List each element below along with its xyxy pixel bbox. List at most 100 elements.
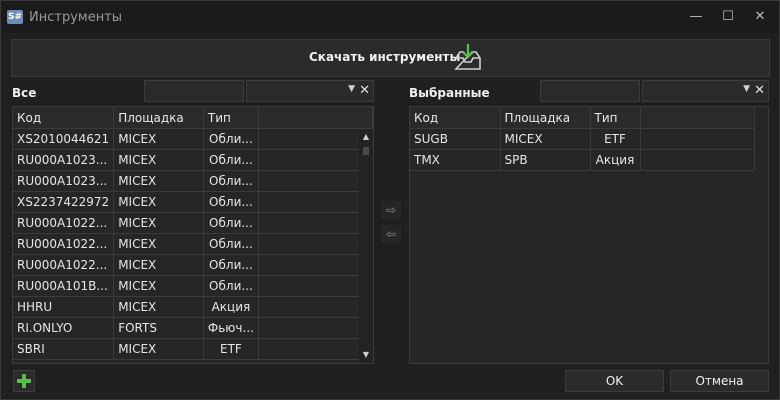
column-header-code[interactable]: Код	[13, 107, 115, 129]
column-header-filler	[258, 107, 373, 129]
cell-type: Обли...	[203, 191, 259, 213]
table-row[interactable]: RI.ONLYO FORTS Фьюч...	[13, 317, 373, 339]
table-row[interactable]: XS2237422972 MICEX Обли...	[13, 191, 373, 213]
cell-filler	[258, 212, 373, 234]
cell-code: HHRU	[13, 296, 115, 318]
selected-instruments-grid[interactable]: Код Площадка Тип SUGB MICEX ETF TMX SPB Акци…	[409, 106, 769, 364]
cell-exchange: MICEX	[113, 149, 204, 171]
cell-filler	[640, 128, 755, 150]
table-row[interactable]: RU000A1023... MICEX Обли...	[13, 170, 373, 192]
add-to-selected-arrow-icon[interactable]: ⇨	[381, 201, 401, 219]
cell-exchange: MICEX	[113, 128, 204, 150]
dropdown-arrow-icon[interactable]: ▼	[743, 84, 750, 94]
cell-type: Акция	[590, 149, 641, 171]
cancel-button[interactable]: Отмена	[670, 370, 769, 392]
column-header-filler	[640, 107, 755, 129]
left-grid-scrollbar[interactable]: ▲ ▼	[359, 129, 373, 363]
cell-filler	[258, 338, 373, 360]
cell-code: RU000A101B...	[13, 275, 115, 297]
cell-type: Обли...	[203, 170, 259, 192]
remove-from-selected-arrow-icon[interactable]: ⇦	[381, 225, 401, 243]
column-header-type[interactable]: Тип	[590, 107, 641, 129]
cell-code: SUGB	[410, 128, 501, 150]
cell-exchange: MICEX	[113, 170, 204, 192]
column-header-code[interactable]: Код	[410, 107, 501, 129]
cell-type: Фьюч...	[203, 317, 259, 339]
left-type-filter-select[interactable]: ▼ ✕	[246, 80, 374, 102]
cell-filler	[258, 317, 373, 339]
scroll-up-icon[interactable]: ▲	[359, 131, 373, 143]
all-instruments-grid[interactable]: Код Площадка Тип XS2010044621 MICEX Обли..…	[12, 106, 374, 364]
download-label: Скачать инструменты	[309, 50, 461, 64]
column-header-exchange[interactable]: Площадка	[113, 107, 204, 129]
cell-filler	[258, 128, 373, 150]
cell-exchange: FORTS	[113, 317, 204, 339]
cell-type: ETF	[203, 338, 259, 360]
cell-code: SBRI	[13, 338, 115, 360]
table-row[interactable]: RU000A1022... MICEX Обли...	[13, 254, 373, 276]
table-row[interactable]: RU000A1023... MICEX Обли...	[13, 149, 373, 171]
cell-filler	[258, 149, 373, 171]
add-instrument-button[interactable]	[13, 370, 35, 392]
table-row[interactable]: RU000A1022... MICEX Обли...	[13, 212, 373, 234]
table-row[interactable]: XS2010044621 MICEX Обли...	[13, 128, 373, 150]
selected-instruments-table: Код Площадка Тип SUGB MICEX ETF TMX SPB Акци…	[410, 107, 755, 171]
left-filter-input[interactable]	[144, 80, 244, 102]
window-title: Инструменты	[29, 10, 123, 25]
title-bar[interactable]: S# Инструменты — ☐ ✕	[1, 1, 779, 33]
close-button[interactable]: ✕	[751, 8, 769, 26]
instruments-window: S# Инструменты — ☐ ✕ Скачать инструменты…	[0, 0, 780, 400]
clear-filter-icon[interactable]: ✕	[754, 83, 765, 98]
all-instruments-table: Код Площадка Тип XS2010044621 MICEX Обли..…	[13, 107, 373, 360]
cell-exchange: MICEX	[113, 212, 204, 234]
cell-type: Обли...	[203, 212, 259, 234]
minimize-button[interactable]: —	[687, 8, 705, 26]
cell-filler	[258, 296, 373, 318]
cell-exchange: MICEX	[113, 233, 204, 255]
table-row[interactable]: SUGB MICEX ETF	[410, 128, 755, 150]
column-header-exchange[interactable]: Площадка	[500, 107, 591, 129]
plus-icon-vertical	[22, 374, 26, 388]
table-row[interactable]: SBRI MICEX ETF	[13, 338, 373, 360]
column-header-type[interactable]: Тип	[203, 107, 259, 129]
scroll-thumb[interactable]	[363, 147, 369, 155]
right-type-filter-select[interactable]: ▼ ✕	[642, 80, 769, 102]
cell-code: RI.ONLYO	[13, 317, 115, 339]
table-row[interactable]: RU000A101B... MICEX Обли...	[13, 275, 373, 297]
cell-filler	[258, 170, 373, 192]
cell-code: XS2237422972	[13, 191, 115, 213]
cell-exchange: MICEX	[113, 275, 204, 297]
tray-download-icon	[454, 44, 481, 70]
cell-type: Обли...	[203, 128, 259, 150]
ok-button[interactable]: OK	[565, 370, 664, 392]
cell-filler	[640, 149, 755, 171]
maximize-button[interactable]: ☐	[719, 8, 737, 26]
cell-code: XS2010044621	[13, 128, 115, 150]
cell-type: Акция	[203, 296, 259, 318]
cell-exchange: MICEX	[113, 191, 204, 213]
cell-code: RU000A1022...	[13, 233, 115, 255]
cell-code: RU000A1023...	[13, 170, 115, 192]
cell-exchange: MICEX	[113, 338, 204, 360]
cell-type: Обли...	[203, 275, 259, 297]
cell-filler	[258, 275, 373, 297]
cell-code: RU000A1022...	[13, 254, 115, 276]
cell-type: ETF	[590, 128, 641, 150]
cell-code: TMX	[410, 149, 501, 171]
cell-type: Обли...	[203, 254, 259, 276]
cell-type: Обли...	[203, 149, 259, 171]
dropdown-arrow-icon[interactable]: ▼	[348, 84, 355, 94]
cell-exchange: SPB	[500, 149, 591, 171]
clear-filter-icon[interactable]: ✕	[359, 83, 370, 98]
selected-panel-title: Выбранные	[409, 86, 490, 100]
cell-type: Обли...	[203, 233, 259, 255]
cell-filler	[258, 233, 373, 255]
table-row[interactable]: RU000A1022... MICEX Обли...	[13, 233, 373, 255]
cell-code: RU000A1023...	[13, 149, 115, 171]
right-filter-input[interactable]	[540, 80, 640, 102]
scroll-down-icon[interactable]: ▼	[359, 349, 373, 361]
table-row[interactable]: HHRU MICEX Акция	[13, 296, 373, 318]
download-instruments-button[interactable]: Скачать инструменты	[11, 39, 770, 77]
cell-exchange: MICEX	[500, 128, 591, 150]
table-row[interactable]: TMX SPB Акция	[410, 149, 755, 171]
